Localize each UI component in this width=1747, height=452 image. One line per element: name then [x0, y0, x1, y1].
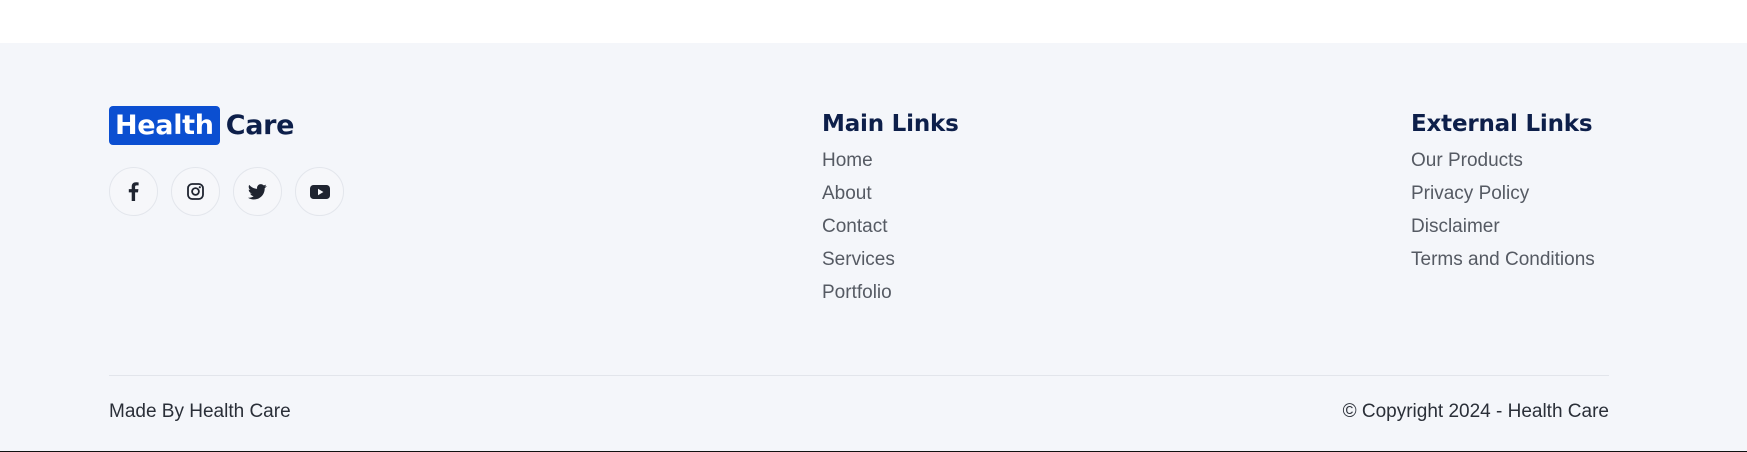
footer-divider [109, 375, 1609, 376]
facebook-button[interactable] [109, 167, 158, 216]
twitter-button[interactable] [233, 167, 282, 216]
made-by-text: Made By Health Care [109, 401, 291, 422]
facebook-icon [128, 182, 139, 201]
youtube-button[interactable] [295, 167, 344, 216]
main-links-list: Home About Contact Services Portfolio [822, 144, 959, 309]
external-links-column: External Links Our Products Privacy Poli… [1411, 108, 1595, 276]
social-links [109, 167, 344, 216]
logo-text: Care [225, 110, 295, 141]
page: Health Care Main Links Home About Contac… [0, 0, 1747, 452]
site-footer: Health Care Main Links Home About Contac… [0, 43, 1747, 452]
footer-link-home[interactable]: Home [822, 144, 959, 177]
instagram-icon [187, 183, 204, 200]
footer-link-disclaimer[interactable]: Disclaimer [1411, 210, 1595, 243]
copyright-text: © Copyright 2024 - Health Care [1342, 401, 1609, 422]
footer-link-our-products[interactable]: Our Products [1411, 144, 1595, 177]
footer-link-privacy-policy[interactable]: Privacy Policy [1411, 177, 1595, 210]
logo-highlight: Health [109, 106, 220, 145]
footer-logo[interactable]: Health Care [109, 106, 294, 145]
main-links-title: Main Links [822, 111, 959, 137]
footer-link-portfolio[interactable]: Portfolio [822, 276, 959, 309]
footer-link-about[interactable]: About [822, 177, 959, 210]
youtube-icon [309, 184, 330, 199]
external-links-list: Our Products Privacy Policy Disclaimer T… [1411, 144, 1595, 276]
footer-link-contact[interactable]: Contact [822, 210, 959, 243]
top-whitespace [0, 0, 1747, 43]
external-links-title: External Links [1411, 111, 1593, 137]
footer-link-services[interactable]: Services [822, 243, 959, 276]
twitter-icon [248, 183, 267, 200]
instagram-button[interactable] [171, 167, 220, 216]
footer-link-terms[interactable]: Terms and Conditions [1411, 243, 1595, 276]
main-links-column: Main Links Home About Contact Services P… [822, 108, 959, 309]
